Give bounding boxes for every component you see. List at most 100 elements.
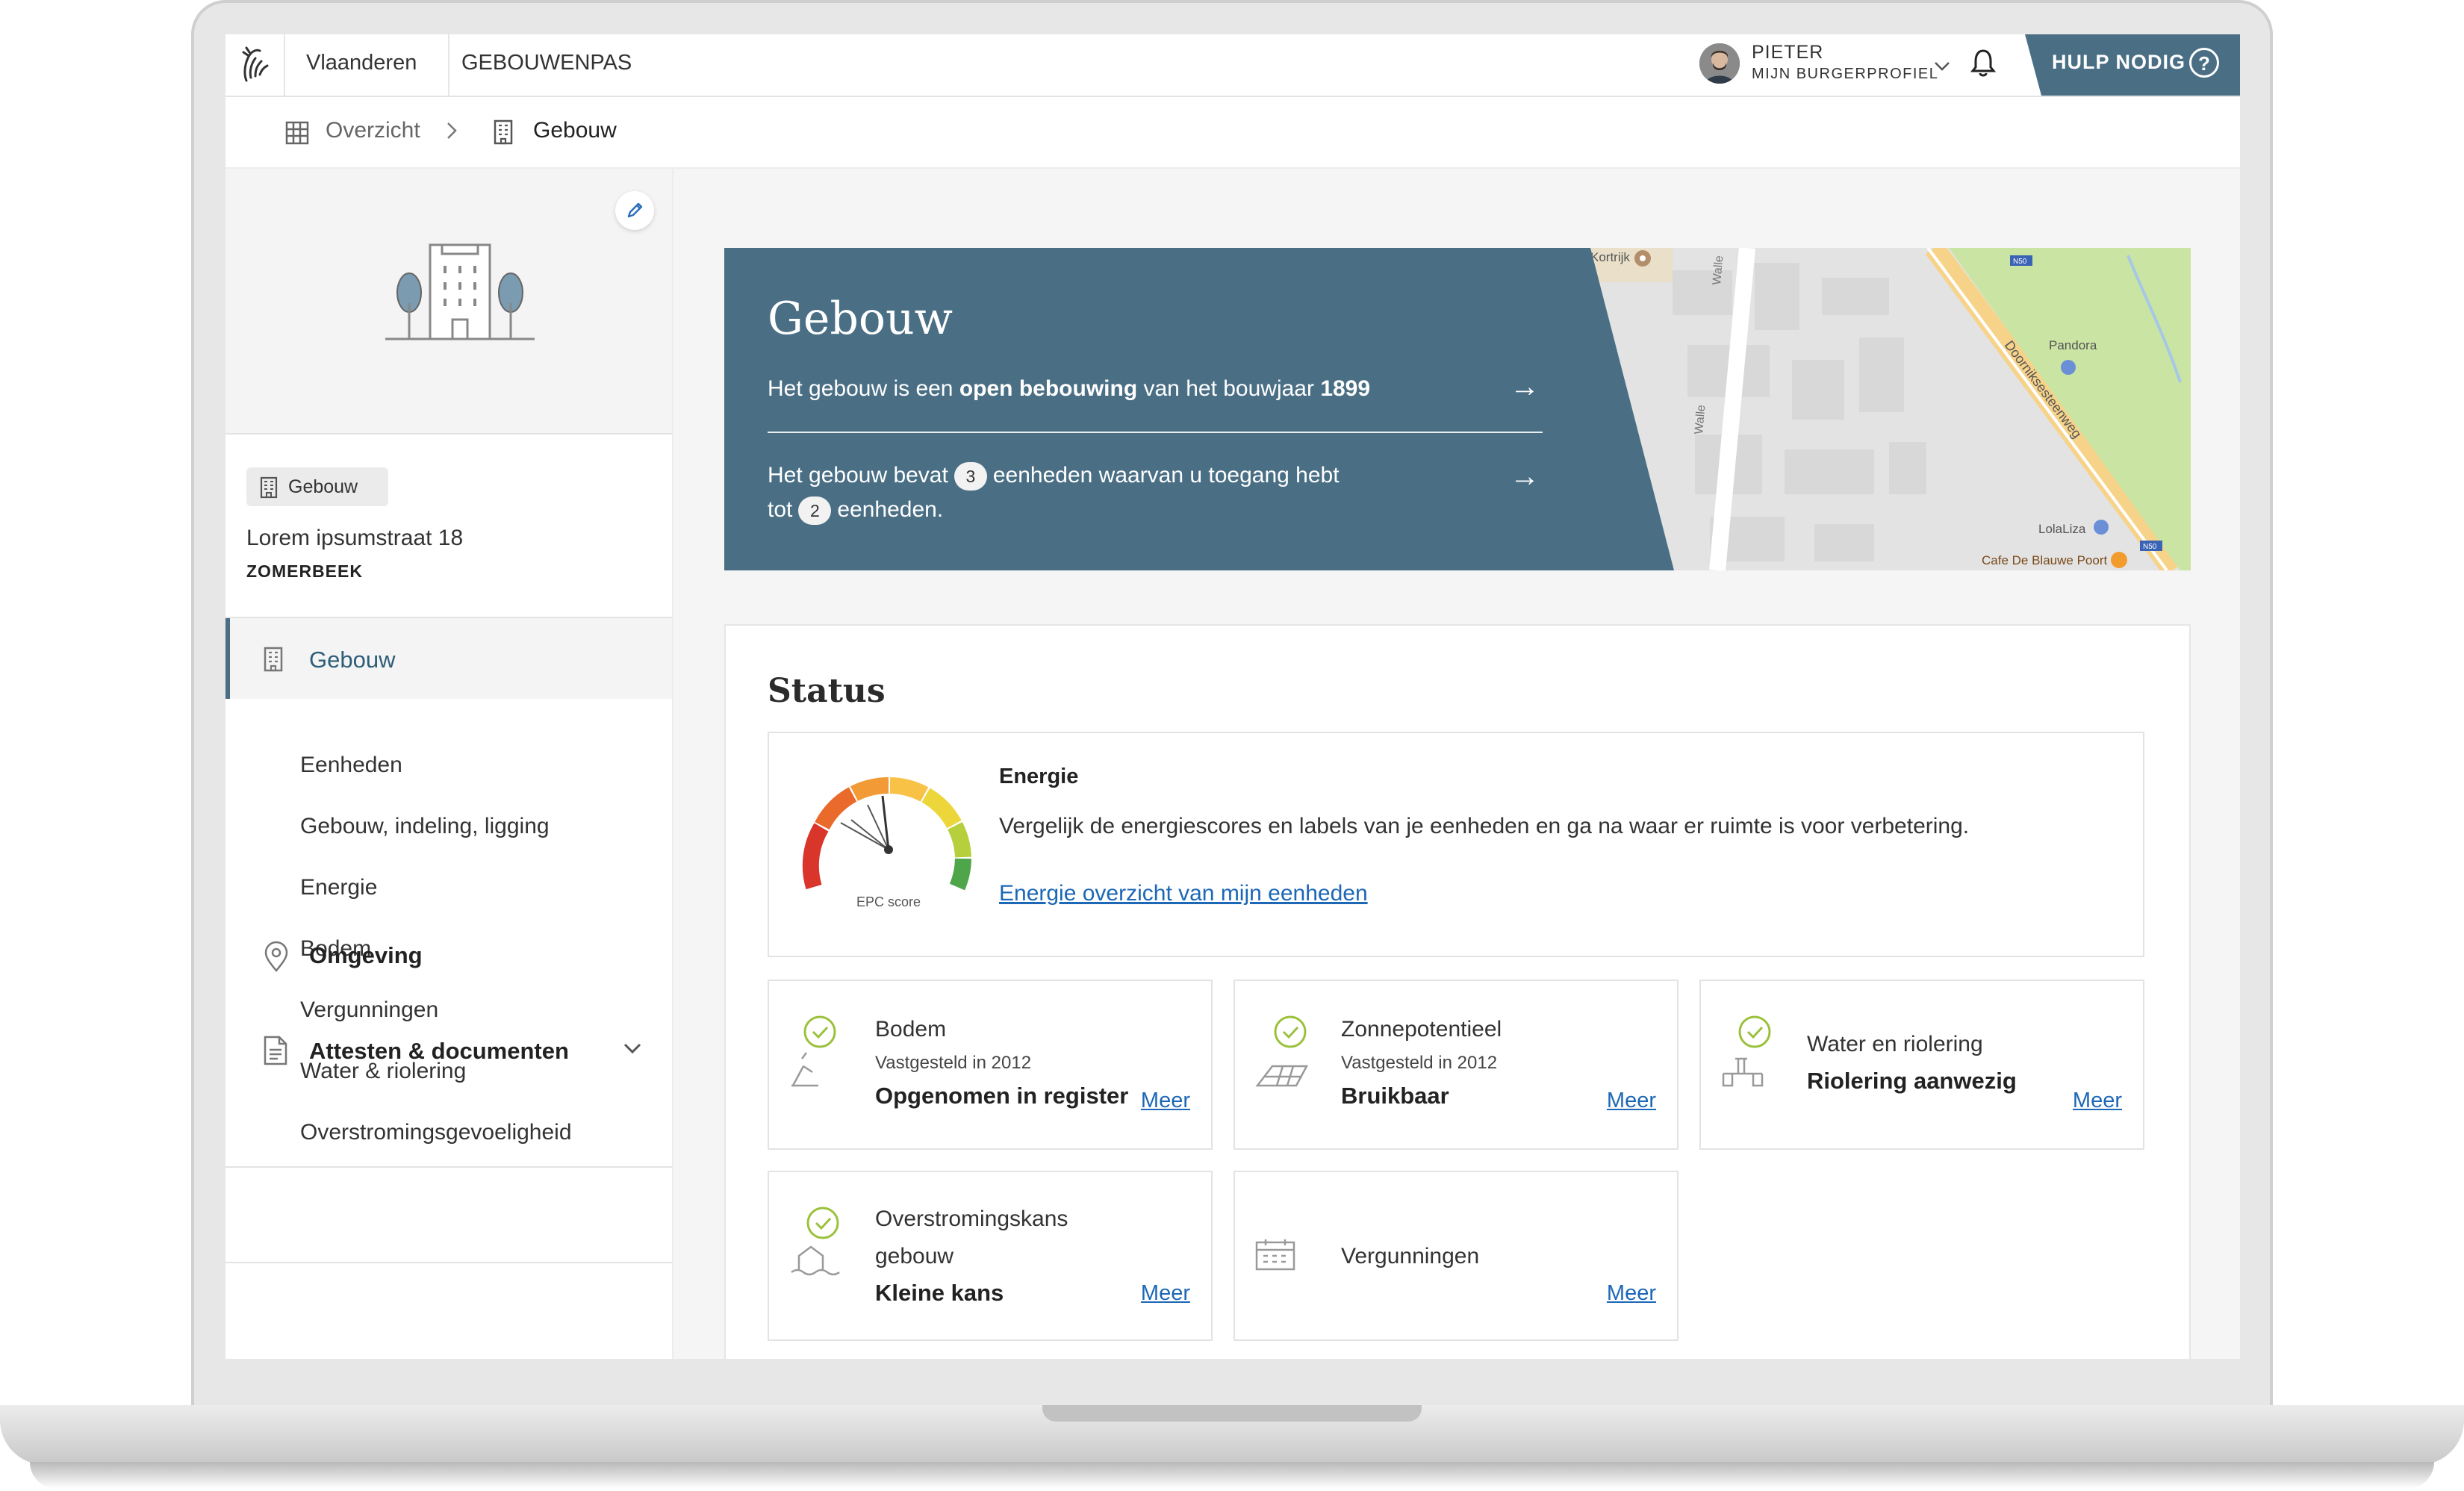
card-subtitle: Vastgesteld in 2012 [1341, 1053, 1498, 1073]
units-line[interactable]: Het gebouw bevat 3 eenheden waarvan u toeg… [768, 458, 1365, 527]
screen: Vlaanderen GEBOUWENPAS PIETER MIJN BURGE… [225, 34, 2240, 1359]
bell-icon[interactable] [1970, 48, 1997, 78]
build-year: 1899 [1320, 376, 1371, 401]
laptop-shadow [30, 1462, 2434, 1489]
energy-overview-link[interactable]: Energie overzicht van mijn eenheden [999, 881, 1368, 906]
building-banner: Kortrijk Walle Walle Doorniksesteenweg P… [724, 248, 2191, 570]
building-illustration [385, 243, 535, 340]
units-total-badge: 3 [953, 462, 987, 491]
status-card-bodem: Bodem Vastgesteld in 2012 Opgenomen in r… [768, 980, 1213, 1150]
sidebar-subitem-overstroming[interactable]: Overstromingsgevoeligheid [300, 1120, 572, 1145]
avatar[interactable] [1699, 43, 1740, 84]
type-tag-label: Gebouw [288, 476, 358, 497]
chevron-down-icon[interactable] [1934, 61, 1950, 72]
calendar-icon [1255, 1239, 1295, 1271]
units-access-badge: 2 [798, 497, 832, 526]
building-icon [260, 476, 278, 499]
chevron-right-icon [447, 122, 457, 139]
flood-check-icon [791, 1207, 840, 1276]
text-fragment: Het gebouw is een [768, 376, 959, 401]
epc-gauge-icon: EPC score [802, 776, 971, 909]
building-type: open bebouwing [959, 376, 1138, 401]
map-label-lolaliza: LolaLiza [2038, 522, 2086, 536]
divider [768, 432, 1543, 433]
card-title: Overstromingskans [875, 1207, 1068, 1231]
card-title: Bodem [875, 1017, 947, 1042]
status-card-vergunningen: Vergunningen Meer [1233, 1171, 1679, 1341]
divider [284, 34, 285, 96]
meer-link[interactable]: Meer [1141, 1089, 1190, 1113]
sidebar: Gebouw Lorem ipsumstraat 18 ZOMERBEEK Ge… [225, 169, 673, 1359]
divider [225, 1262, 672, 1263]
sidebar-item-label[interactable]: Gebouw [309, 647, 395, 673]
top-bar: Vlaanderen GEBOUWENPAS PIETER MIJN BURGE… [225, 34, 2240, 97]
location-pin-icon [264, 941, 288, 972]
gauge-label: EPC score [856, 894, 921, 909]
arrow-right-icon[interactable]: → [1510, 460, 1540, 494]
divider [225, 1166, 672, 1168]
user-profile-link[interactable]: MIJN BURGERPROFIEL [1752, 66, 1938, 83]
text-fragment: van het bouwjaar [1137, 376, 1321, 401]
energy-description: Vergelijk de energiescores en labels van… [999, 814, 1970, 838]
edit-button[interactable] [615, 191, 654, 230]
address: Lorem ipsumstraat 18 [246, 526, 464, 550]
grid-icon [285, 121, 309, 145]
card-subtitle: Vastgesteld in 2012 [875, 1053, 1032, 1073]
status-card-overstroming: Overstromingskans gebouw Kleine kans Mee… [768, 1171, 1213, 1341]
sidebar-subitem-eenheden[interactable]: Eenheden [300, 753, 402, 778]
breadcrumb: Overzicht Gebouw [225, 97, 2240, 169]
map-label-walle-2: Walle [1693, 405, 1708, 435]
brand-link[interactable]: Vlaanderen [306, 51, 417, 75]
city: ZOMERBEEK [246, 561, 363, 581]
meer-link[interactable]: Meer [1607, 1089, 1656, 1113]
laptop-notch [1042, 1405, 1422, 1422]
breadcrumb-gebouw: Gebouw [533, 118, 617, 143]
meer-link[interactable]: Meer [1141, 1281, 1190, 1306]
status-card-water: Water en riolering Riolering aanwezig Me… [1699, 980, 2144, 1150]
card-title-line2: gebouw [875, 1244, 954, 1269]
building-type-line[interactable]: Het gebouw is een open bebouwing van het… [768, 376, 1370, 402]
sidebar-item-omgeving[interactable]: Omgeving [309, 942, 423, 969]
soil-check-icon [791, 1015, 836, 1087]
map-label-kortrijk: Kortrijk [1590, 250, 1630, 264]
card-title: Zonnepotentieel [1341, 1017, 1502, 1042]
user-name[interactable]: PIETER [1752, 42, 1823, 63]
meer-link[interactable]: Meer [2073, 1089, 2122, 1113]
breadcrumb-overzicht[interactable]: Overzicht [326, 118, 420, 143]
card-value: Bruikbaar [1341, 1083, 1449, 1109]
text-fragment: Het gebouw bevat [768, 463, 948, 488]
card-value: Opgenomen in register [875, 1083, 1129, 1109]
sidebar-item-attesten[interactable]: Attesten & documenten [309, 1038, 569, 1065]
map-label-cafe: Cafe De Blauwe Poort [1982, 553, 2107, 567]
meer-link[interactable]: Meer [1607, 1281, 1656, 1306]
app-name[interactable]: GEBOUWENPAS [461, 51, 632, 75]
sidebar-subitem-indeling[interactable]: Gebouw, indeling, ligging [300, 814, 550, 839]
divider [448, 34, 449, 96]
flemish-lion-logo[interactable] [233, 43, 278, 87]
solar-panel-check-icon [1255, 1015, 1309, 1087]
building-icon [494, 119, 513, 145]
energy-card: EPC score Energie Vergelijk de energiesc… [768, 732, 2144, 957]
status-title: Status [768, 672, 886, 710]
map-label-walle-1: Walle [1711, 255, 1726, 286]
pencil-icon[interactable] [615, 191, 654, 230]
map-label-n50: N50 [2013, 258, 2027, 266]
energy-title: Energie [999, 765, 1079, 788]
card-title: Water en riolering [1807, 1032, 1983, 1056]
map-label-n50: N50 [2143, 543, 2157, 551]
arrow-right-icon[interactable]: → [1510, 370, 1540, 404]
sidebar-subitem-vergunningen[interactable]: Vergunningen [300, 997, 438, 1023]
chevron-down-icon[interactable] [623, 1042, 642, 1054]
building-icon [264, 647, 283, 672]
sewer-check-icon [1722, 1015, 1771, 1087]
help-icon[interactable]: ? [2189, 48, 2219, 78]
help-label[interactable]: HULP NODIG [2052, 51, 2185, 74]
sidebar-item-gebouw[interactable] [225, 618, 672, 699]
building-illustration-panel [225, 169, 672, 435]
banner-title: Gebouw [768, 293, 953, 345]
document-icon [264, 1036, 287, 1065]
map-label-pandora: Pandora [2049, 338, 2097, 352]
sidebar-subitem-energie[interactable]: Energie [300, 875, 377, 900]
card-value: Kleine kans [875, 1280, 1004, 1306]
status-section: Status EPC score Energie Vergelijk de en… [724, 624, 2191, 1359]
